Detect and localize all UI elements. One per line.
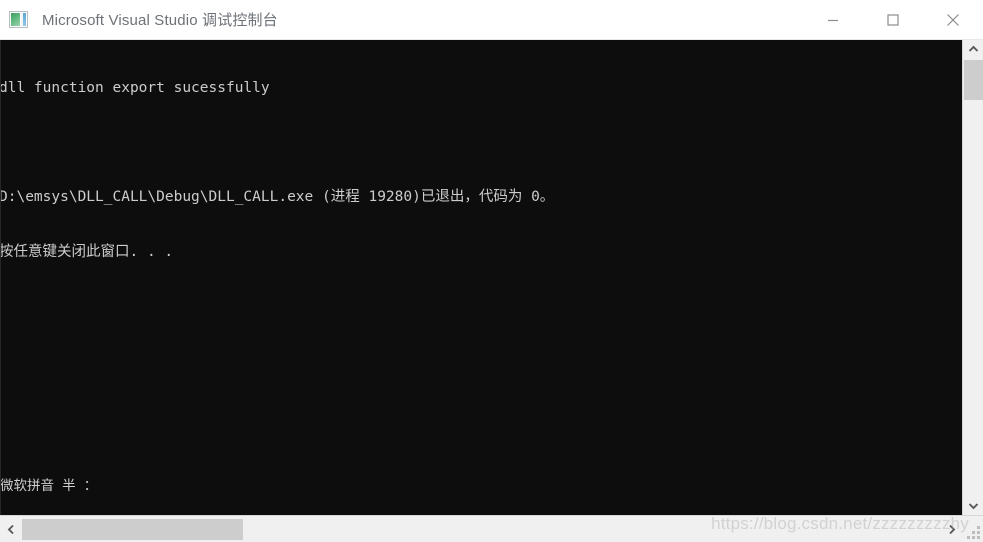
- scroll-right-button[interactable]: [941, 517, 962, 542]
- console-line: dll function export sucessfully: [0, 79, 270, 96]
- chevron-up-icon: [968, 45, 978, 52]
- console-window: Microsoft Visual Studio 调试控制台 dll functi…: [0, 0, 983, 542]
- close-icon: [947, 14, 959, 26]
- minimize-button[interactable]: [803, 0, 863, 40]
- console-line: 按任意键关闭此窗口. . .: [0, 244, 174, 261]
- window-controls: [803, 0, 983, 40]
- chevron-right-icon: [948, 524, 955, 535]
- window-title: Microsoft Visual Studio 调试控制台: [42, 12, 278, 29]
- vertical-scrollbar[interactable]: [962, 40, 983, 515]
- console-output-area[interactable]: dll function export sucessfully D:\emsys…: [0, 40, 962, 515]
- vertical-scroll-thumb[interactable]: [964, 60, 983, 100]
- console-line: D:\emsys\DLL_CALL\Debug\DLL_CALL.exe (进程…: [0, 189, 555, 206]
- maximize-icon: [887, 14, 899, 26]
- console-app-icon: [9, 11, 28, 28]
- title-bar[interactable]: Microsoft Visual Studio 调试控制台: [0, 0, 983, 40]
- chevron-left-icon: [7, 524, 14, 535]
- scroll-up-button[interactable]: [963, 40, 983, 58]
- resize-grip-icon[interactable]: [967, 526, 980, 539]
- horizontal-scrollbar[interactable]: [0, 515, 983, 542]
- close-button[interactable]: [923, 0, 983, 40]
- minimize-icon: [828, 19, 838, 22]
- chevron-down-icon: [968, 503, 978, 510]
- ime-status-text: 微软拼音 半 ：: [0, 478, 98, 494]
- maximize-button[interactable]: [863, 0, 923, 40]
- horizontal-scroll-thumb[interactable]: [22, 519, 243, 540]
- scroll-left-button[interactable]: [0, 517, 21, 542]
- console-text-block: dll function export sucessfully D:\emsys…: [0, 42, 555, 298]
- scroll-down-button[interactable]: [963, 497, 983, 515]
